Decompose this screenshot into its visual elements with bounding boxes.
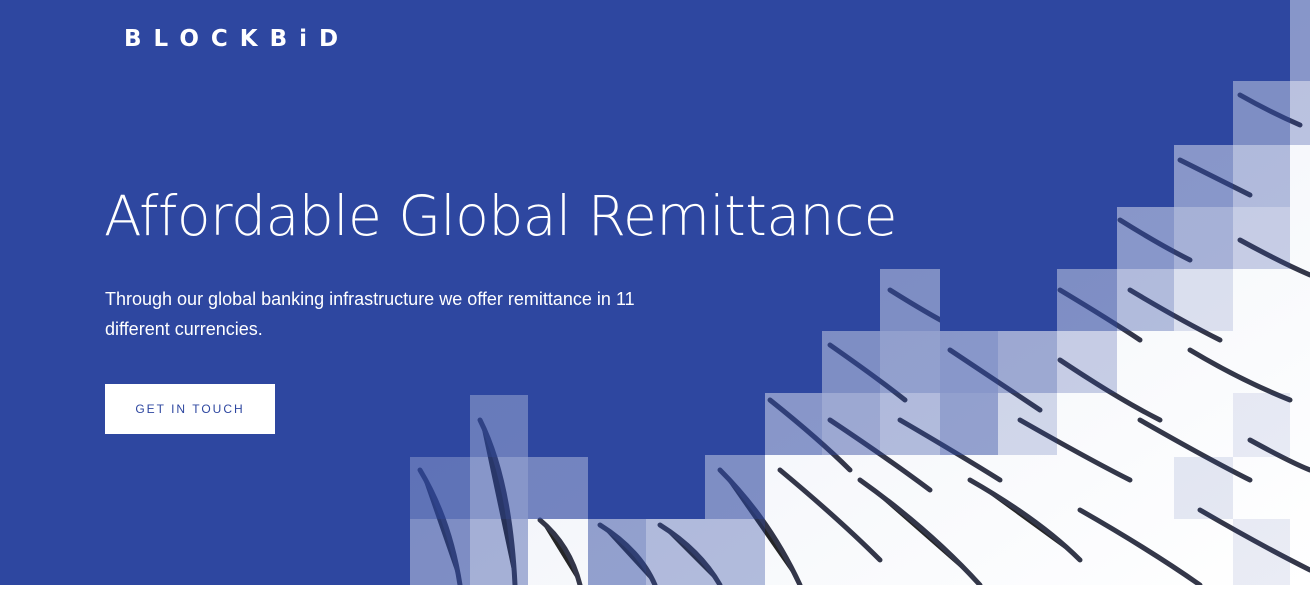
brand-logo[interactable]: BLOCKBiD — [124, 26, 350, 52]
get-in-touch-button[interactable]: GET IN TOUCH — [105, 384, 275, 434]
hero-headline: Affordable Global Remittance — [104, 184, 897, 248]
hero-section: BLOCKBiD Affordable Global Remittance Th… — [0, 0, 1310, 585]
hero-subtext: Through our global banking infrastructur… — [105, 289, 635, 339]
